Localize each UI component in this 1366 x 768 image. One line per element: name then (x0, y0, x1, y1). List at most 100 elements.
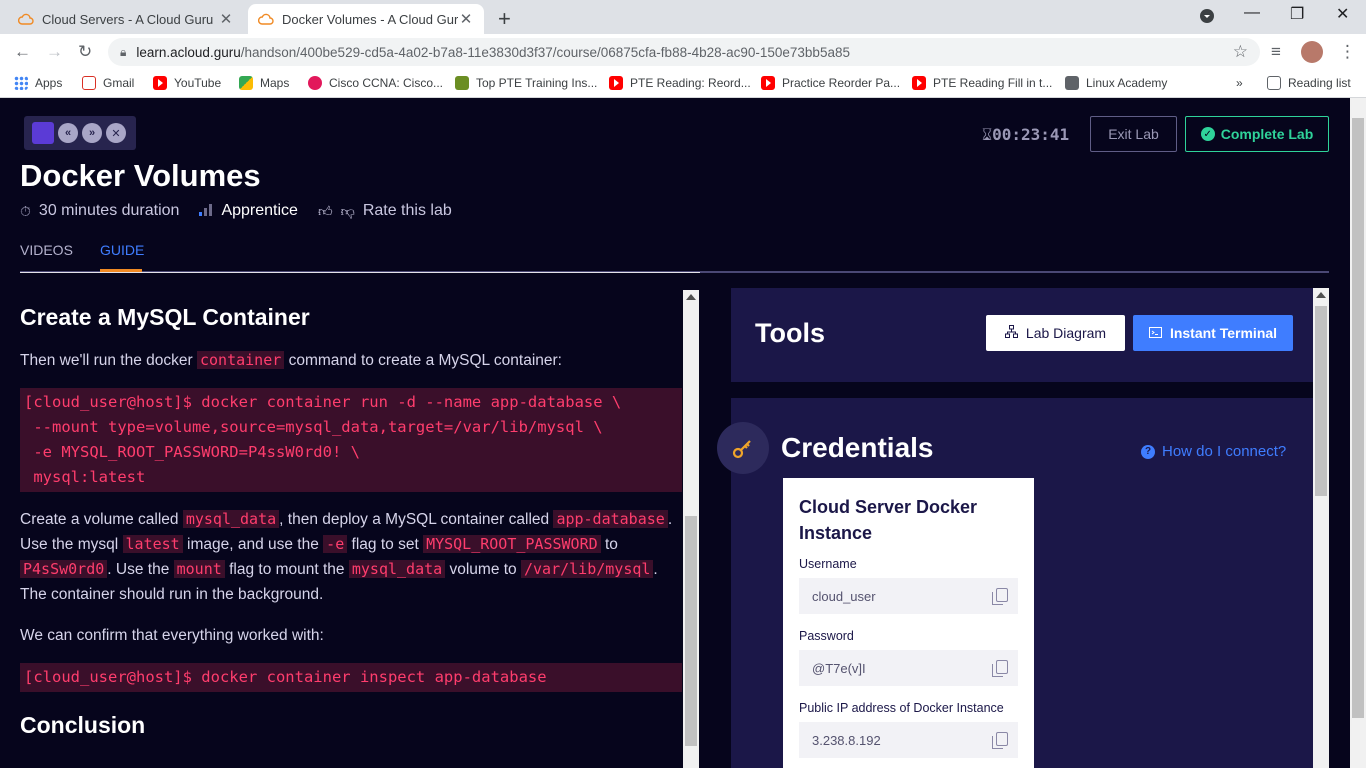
tools-title: Tools (755, 318, 825, 348)
text: Then we'll run the docker (20, 352, 197, 369)
rewind-icon[interactable]: « (58, 123, 78, 143)
video-controls: « » ✕ (24, 116, 136, 150)
code-block: [cloud_user@host]$ docker container insp… (20, 663, 682, 692)
back-icon[interactable]: ← (14, 42, 31, 62)
password-field: @T7e(v]I (799, 650, 1018, 686)
bookmark-linux-academy[interactable]: Linux Academy (1065, 76, 1167, 90)
maximize-icon[interactable]: ❐ (1290, 4, 1304, 24)
browser-tab-strip: Cloud Servers - A Cloud Guru ✕ Docker Vo… (0, 0, 1366, 34)
complete-lab-button[interactable]: ✓ Complete Lab (1185, 116, 1329, 152)
close-window-icon[interactable]: ✕ (1336, 4, 1349, 24)
lab-diagram-label: Lab Diagram (1025, 325, 1107, 341)
timer-value: 00:23:41 (992, 125, 1070, 144)
bookmark-label: PTE Reading: Reord... (630, 76, 751, 90)
bookmark-gmail[interactable]: Gmail (82, 76, 134, 90)
stopwatch-icon: ⏱︎ (20, 202, 31, 219)
guide-heading: Conclusion (20, 712, 146, 738)
youtube-icon (609, 76, 623, 90)
close-tab-icon[interactable]: ✕ (218, 10, 234, 28)
minimize-icon[interactable]: — (1244, 4, 1260, 22)
ip-field: 3.238.8.192 (799, 722, 1018, 758)
bookmarks-overflow[interactable]: » (1236, 76, 1243, 90)
complete-lab-label: Complete Lab (1220, 126, 1314, 142)
close-icon[interactable]: ✕ (106, 123, 126, 143)
username-label: Username (799, 557, 857, 571)
copy-icon[interactable] (992, 660, 1008, 677)
lab-diagram-button[interactable]: Lab Diagram (986, 315, 1125, 351)
bookmark-label: Linux Academy (1086, 76, 1168, 90)
avatar[interactable] (1301, 41, 1323, 63)
bookmark-pte-fill[interactable]: PTE Reading Fill in t... (912, 76, 1052, 90)
tab-videos[interactable]: VIDEOS (20, 242, 73, 258)
scroll-up-icon[interactable] (1316, 292, 1326, 298)
youtube-icon (153, 76, 167, 90)
tab-guide[interactable]: GUIDE (100, 242, 144, 258)
media-control-icon[interactable]: ≡ (1271, 42, 1281, 62)
bookmark-label: Maps (260, 76, 290, 90)
guide-paragraph: We can confirm that everything worked wi… (20, 627, 324, 644)
ip-value: 3.238.8.192 (812, 732, 881, 748)
rate-lab-text: Rate this lab (362, 202, 452, 219)
bookmark-youtube[interactable]: YouTube (153, 76, 221, 90)
inline-code: container (197, 351, 285, 369)
bookmark-pte-reading[interactable]: PTE Reading: Reord... (609, 76, 751, 90)
url-input[interactable]: 🔒︎ learn.acloud.guru /handson/400be529-c… (108, 38, 1260, 66)
inline-code: -e (323, 535, 348, 553)
reload-icon[interactable]: ↻ (78, 42, 92, 62)
bookmark-cisco[interactable]: Cisco CCNA: Cisco... (308, 76, 443, 90)
copy-icon[interactable] (992, 732, 1008, 749)
lock-icon: 🔒︎ (120, 44, 127, 59)
thumbs-up-icon[interactable]: 👍︎ (318, 203, 333, 220)
guide-scrollbar[interactable] (683, 290, 699, 768)
username-field: cloud_user (799, 578, 1018, 614)
duration-text: 30 minutes duration (38, 202, 180, 219)
text: , then deploy a MySQL container called (279, 511, 554, 528)
reading-list[interactable]: Reading list (1267, 76, 1351, 90)
bookmark-pte-training[interactable]: Top PTE Training Ins... (455, 76, 597, 90)
page-scrollbar[interactable] (1350, 98, 1366, 768)
check-circle-icon: ✓ (1200, 127, 1215, 141)
how-to-connect-link[interactable]: ? How do I connect? (1141, 443, 1286, 460)
scrollbar-thumb[interactable] (1315, 306, 1327, 496)
question-icon: ? (1141, 444, 1155, 459)
bookmark-star-icon[interactable]: ☆ (1233, 42, 1248, 62)
instant-terminal-button[interactable]: Instant Terminal (1133, 315, 1293, 351)
instant-terminal-label: Instant Terminal (1169, 325, 1278, 341)
text: flag to set (347, 536, 424, 553)
reading-list-icon (1267, 76, 1281, 90)
lab-logo (32, 122, 54, 144)
fast-forward-icon[interactable]: » (82, 123, 102, 143)
more-menu-icon[interactable]: ⋮ (1339, 42, 1356, 62)
scrollbar-thumb[interactable] (1352, 118, 1364, 718)
how-to-connect-label: How do I connect? (1162, 443, 1287, 460)
tools-card: Tools Lab Diagram Instant Terminal (731, 288, 1313, 382)
guide-paragraph: Then we'll run the docker container comm… (20, 348, 682, 373)
server-title: Cloud Server Docker Instance (799, 497, 978, 543)
lab-meta: ⏱︎ 30 minutes duration Apprentice 👍︎ 👎︎ … (20, 202, 452, 220)
apps-grid-icon (14, 76, 28, 90)
bookmark-label: YouTube (174, 76, 222, 90)
inline-code: mysql_data (182, 510, 280, 528)
forward-icon[interactable]: → (46, 42, 63, 62)
browser-tab-docker-volumes[interactable]: Docker Volumes - A Cloud Guru ✕ (248, 4, 484, 34)
text: to (600, 536, 618, 553)
ip-label: Public IP address of Docker Instance (799, 701, 1004, 715)
close-tab-icon[interactable]: ✕ (458, 10, 474, 28)
tools-scrollbar[interactable] (1313, 288, 1329, 768)
bookmark-practice-reorder[interactable]: Practice Reorder Pa... (761, 76, 900, 90)
exit-lab-button[interactable]: Exit Lab (1090, 116, 1177, 152)
youtube-icon (912, 76, 926, 90)
username-value: cloud_user (812, 588, 876, 604)
thumbs-down-icon[interactable]: 👎︎ (341, 203, 355, 220)
scrollbar-thumb[interactable] (685, 516, 697, 746)
copy-icon[interactable] (992, 588, 1008, 605)
new-tab-icon[interactable]: + (498, 6, 511, 32)
bookmark-apps[interactable]: Apps (14, 76, 62, 90)
bookmark-label: Top PTE Training Ins... (476, 76, 598, 90)
browser-tab-cloud-servers[interactable]: Cloud Servers - A Cloud Guru ✕ (8, 4, 244, 34)
scroll-up-icon[interactable] (686, 294, 696, 300)
text: image, and use the (182, 536, 324, 553)
text: volume to (445, 561, 521, 578)
profile-menu-icon[interactable] (1199, 8, 1215, 29)
bookmark-maps[interactable]: Maps (239, 76, 289, 90)
